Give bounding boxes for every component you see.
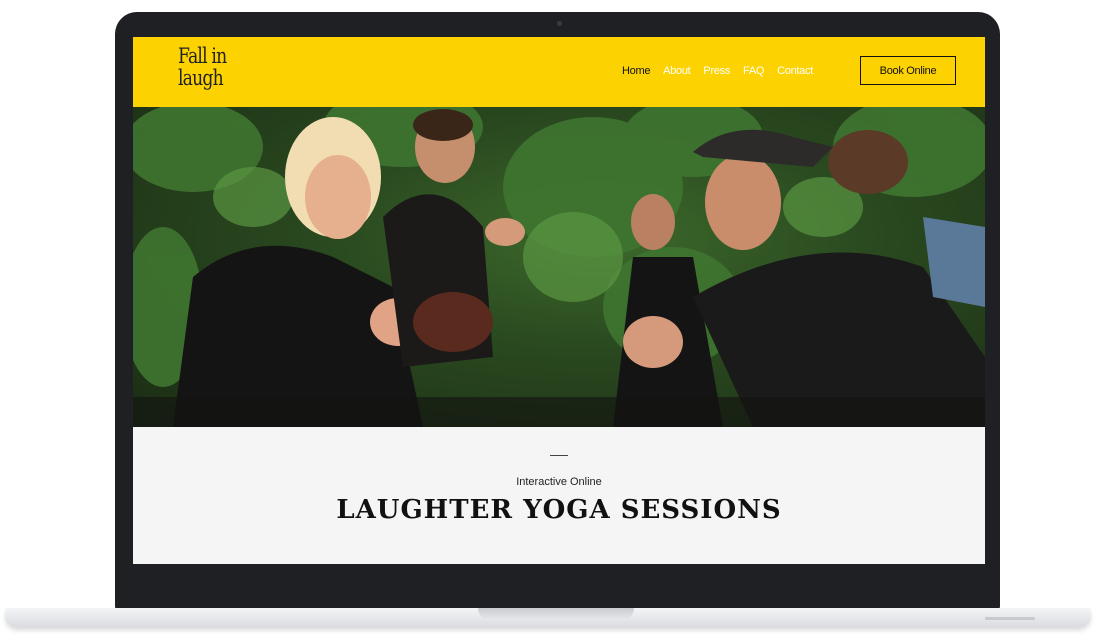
laptop-notch (478, 608, 634, 620)
intro-title: LAUGHTER YOGA SESSIONS (336, 495, 782, 525)
logo-line-2: laugh (178, 66, 224, 90)
book-online-button[interactable]: Book Online (860, 56, 956, 85)
logo-line-1: Fall in (178, 44, 227, 68)
laptop-screen: Fall in laugh Home About Press FAQ Conta… (133, 37, 985, 564)
section-divider (550, 455, 568, 456)
nav-home[interactable]: Home (622, 65, 650, 81)
hero-photo (133, 107, 985, 427)
site-header: Fall in laugh Home About Press FAQ Conta… (133, 37, 985, 107)
nav-about[interactable]: About (663, 65, 691, 81)
site-logo[interactable]: Fall in laugh (178, 45, 244, 89)
nav-faq[interactable]: FAQ (743, 65, 764, 81)
nav-contact[interactable]: Contact (777, 65, 813, 81)
main-nav: Home About Press FAQ Contact (622, 65, 826, 81)
nav-press[interactable]: Press (703, 65, 730, 81)
intro-section: Interactive Online LAUGHTER YOGA SESSION… (133, 427, 985, 564)
laptop-base-accent (985, 617, 1035, 620)
hero-photo-illustration (133, 107, 985, 427)
camera-dot (557, 21, 562, 26)
intro-subtitle: Interactive Online (516, 476, 602, 488)
